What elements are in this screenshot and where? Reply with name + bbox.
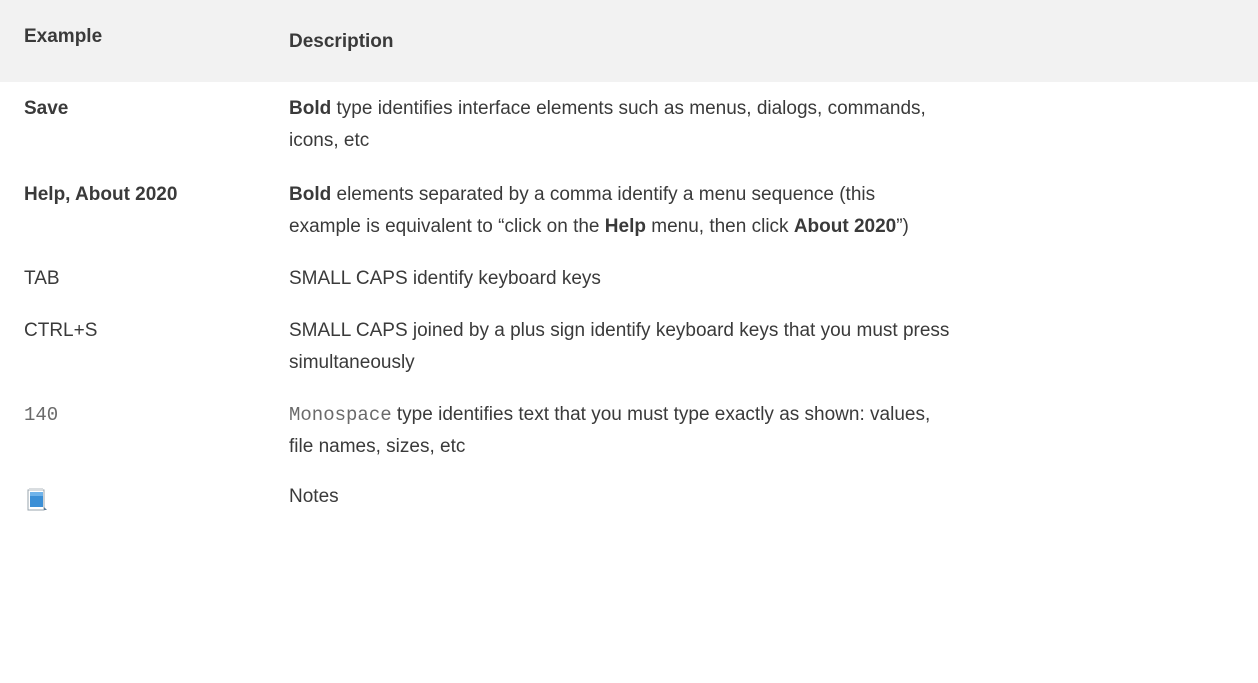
desc-bold: Help: [604, 216, 646, 237]
table-header: Example Description: [0, 0, 1258, 82]
header-example: Example: [24, 26, 103, 47]
desc-text: elements separated by a comma identify a…: [331, 184, 876, 205]
desc-text: type identifies text that you must type …: [391, 404, 931, 425]
desc-text: menu, then click: [645, 216, 794, 237]
description-cell: Bold elements separated by a comma ident…: [289, 179, 1209, 243]
table-row: TAB SMALL CAPS identify keyboard keys: [0, 263, 1258, 295]
desc-text: example is equivalent to “click on the: [289, 216, 605, 237]
description-cell: Monospace type identifies text that you …: [289, 399, 1209, 463]
desc-mono: Monospace: [289, 404, 392, 426]
desc-bold: Bold: [289, 98, 332, 119]
desc-text: ”): [896, 216, 909, 237]
desc-text: file names, sizes, etc: [289, 436, 466, 457]
example-cell: Help, About 2020: [24, 184, 178, 205]
description-cell: SMALL CAPS identify keyboard keys: [289, 263, 1209, 295]
desc-bold: Bold: [289, 184, 332, 205]
desc-text: type identifies interface elements such …: [331, 98, 926, 119]
table-row: 140 Monospace type identifies text that …: [0, 399, 1258, 463]
desc-text: icons, etc: [289, 130, 370, 151]
description-cell: Notes: [289, 481, 1209, 513]
desc-text: SMALL CAPS identify keyboard keys: [289, 268, 601, 289]
example-cell: TAB: [24, 268, 60, 289]
example-cell: Save: [24, 98, 69, 119]
table-row: Help, About 2020 Bold elements separated…: [0, 179, 1258, 243]
desc-text: simultaneously: [289, 352, 415, 373]
header-description: Description: [289, 31, 394, 52]
example-cell: CTRL+S: [24, 320, 98, 341]
conventions-table: Example Description Save Bold type ident…: [0, 0, 1258, 523]
notepad-icon: [26, 487, 48, 512]
table-row: Notes: [0, 481, 1258, 523]
desc-text: Notes: [289, 486, 339, 507]
description-cell: Bold type identifies interface elements …: [289, 93, 1209, 157]
table-row: Save Bold type identifies interface elem…: [0, 93, 1258, 157]
example-cell: [0, 481, 289, 523]
desc-text: SMALL CAPS joined by a plus sign identif…: [289, 320, 950, 341]
description-cell: SMALL CAPS joined by a plus sign identif…: [289, 315, 1209, 379]
example-cell: 140: [24, 404, 59, 426]
table-row: CTRL+S SMALL CAPS joined by a plus sign …: [0, 315, 1258, 379]
desc-bold: About 2020: [793, 216, 897, 237]
